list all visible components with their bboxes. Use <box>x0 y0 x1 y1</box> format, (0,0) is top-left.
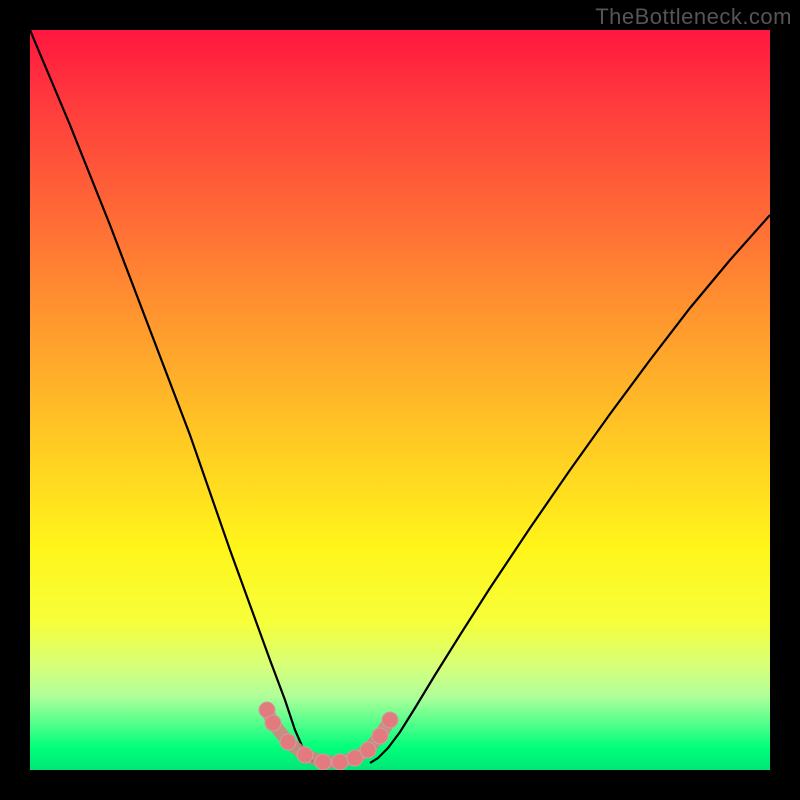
data-point <box>382 712 398 728</box>
data-point <box>372 728 388 744</box>
data-point <box>332 754 348 770</box>
left-curve <box>30 30 313 762</box>
right-curve <box>370 215 770 763</box>
data-point <box>360 742 376 758</box>
watermark-text: TheBottleneck.com <box>595 4 792 30</box>
chart-frame: TheBottleneck.com <box>0 0 800 800</box>
data-point <box>297 747 313 763</box>
data-point <box>265 715 281 731</box>
chart-svg <box>30 30 770 770</box>
data-point <box>280 734 296 750</box>
data-point <box>315 754 331 770</box>
